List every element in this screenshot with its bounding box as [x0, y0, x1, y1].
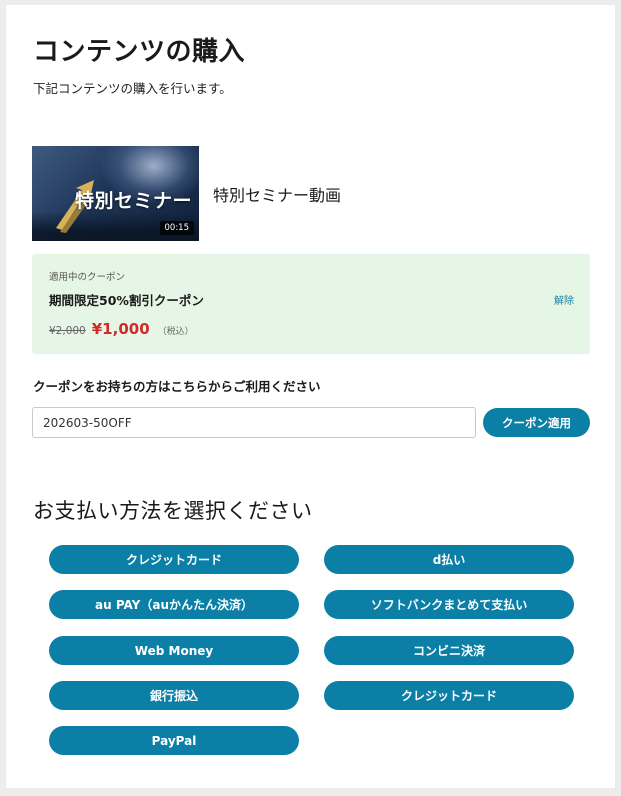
- product-name: 特別セミナー動画: [213, 185, 342, 205]
- pay-bank-transfer-button[interactable]: 銀行振込: [49, 681, 299, 710]
- applied-coupon-panel: 適用中のクーポン 期間限定50%割引クーポン 解除 ¥2,000 ¥1,000 …: [32, 254, 590, 354]
- pay-paypal-button[interactable]: PayPal: [49, 726, 299, 755]
- applied-coupon-label: 適用中のクーポン: [49, 272, 126, 283]
- remove-coupon-link[interactable]: 解除: [554, 292, 574, 307]
- coupon-prompt: クーポンをお持ちの方はこちらからご利用ください: [33, 379, 321, 394]
- price-row: ¥2,000 ¥1,000 （税込）: [49, 320, 194, 338]
- tax-included-note: （税込）: [157, 327, 194, 337]
- applied-coupon-name: 期間限定50%割引クーポン: [49, 293, 204, 308]
- discounted-price: ¥1,000: [91, 320, 150, 338]
- purchase-card: コンテンツの購入 下記コンテンツの購入を行います。 特別セミナー 00:15 特…: [6, 5, 615, 788]
- original-price: ¥2,000: [49, 325, 86, 337]
- product-summary: 特別セミナー 00:15 特別セミナー動画: [32, 146, 341, 241]
- pay-au-pay-button[interactable]: au PAY（auかんたん決済）: [49, 590, 299, 619]
- payment-method-title: お支払い方法を選択ください: [33, 499, 313, 523]
- page-description: 下記コンテンツの購入を行います。: [33, 81, 232, 96]
- pay-web-money-button[interactable]: Web Money: [49, 636, 299, 665]
- video-duration-badge: 00:15: [159, 221, 194, 235]
- page-title: コンテンツの購入: [33, 37, 246, 67]
- thumbnail-title: 特別セミナー: [75, 190, 193, 212]
- apply-coupon-button[interactable]: クーポン適用: [483, 408, 590, 437]
- coupon-code-input[interactable]: [32, 407, 476, 438]
- product-thumbnail[interactable]: 特別セミナー 00:15: [32, 146, 199, 241]
- pay-convenience-store-button[interactable]: コンビニ決済: [324, 636, 574, 665]
- pay-d-barai-button[interactable]: d払い: [324, 545, 574, 574]
- pay-credit-card-2-button[interactable]: クレジットカード: [324, 681, 574, 710]
- pay-softbank-button[interactable]: ソフトバンクまとめて支払い: [324, 590, 574, 619]
- pay-credit-card-button[interactable]: クレジットカード: [49, 545, 299, 574]
